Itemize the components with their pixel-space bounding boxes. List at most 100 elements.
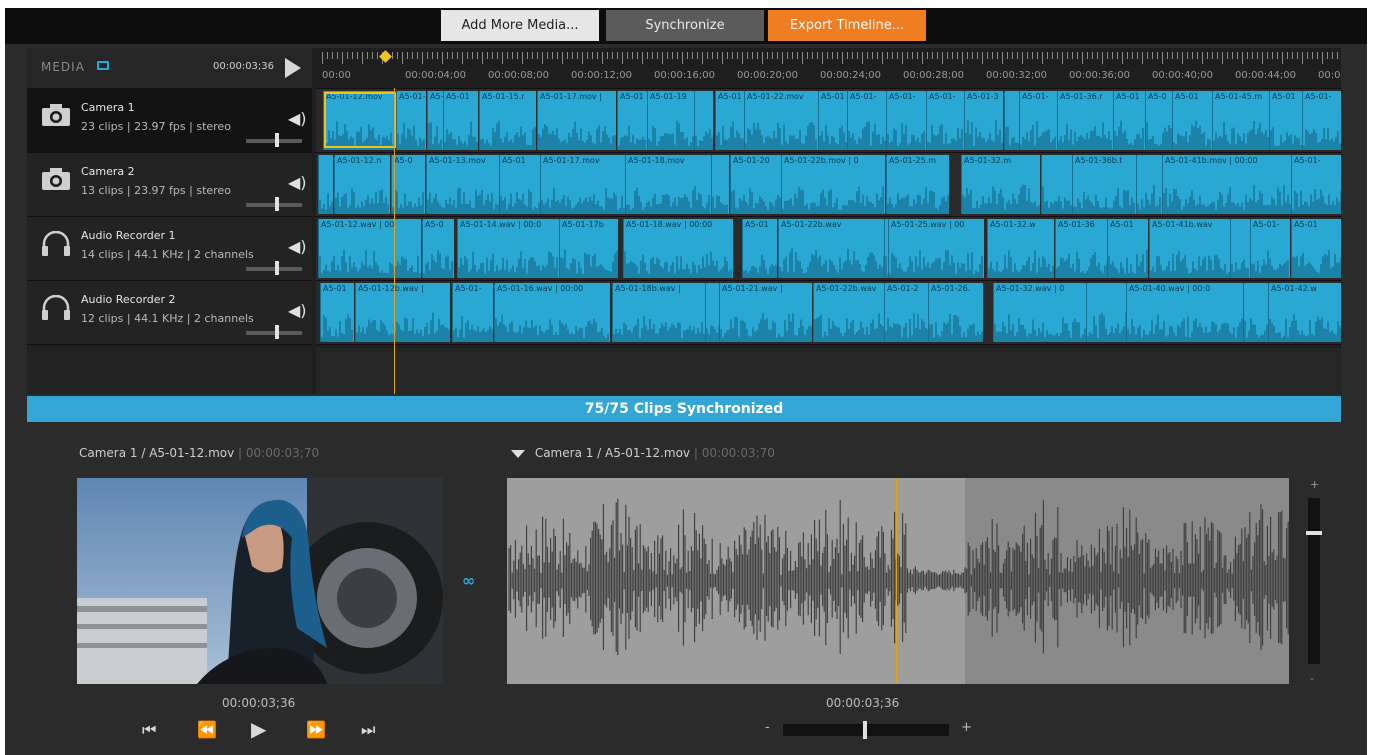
volume-up-button[interactable]: +	[1310, 478, 1319, 491]
play-button-icon[interactable]: ▶	[251, 717, 266, 741]
timeline-clip[interactable]: A5-01-	[926, 91, 964, 150]
go-to-start-icon[interactable]: ⏮	[142, 720, 156, 740]
waveform-playhead[interactable]	[896, 478, 897, 684]
timeline-clip[interactable]: A5-01-25.m	[886, 155, 949, 214]
monitor-icon[interactable]	[97, 61, 109, 70]
timeline-clip[interactable]: A5-01	[1172, 91, 1212, 150]
vertical-volume-slider[interactable]	[1308, 498, 1320, 664]
timeline-clip[interactable]: A5-0	[391, 155, 425, 214]
timeline-clip[interactable]	[1243, 283, 1268, 342]
timeline-ruler[interactable]: 00:00 00:00:04;00 00:00:08;00 00:00:12;00 00…	[316, 48, 1341, 89]
timeline-clip[interactable]: A5-01-22b.mov | 0	[781, 155, 885, 214]
vertical-volume-knob[interactable]	[1306, 531, 1322, 535]
track-header-audio-recorder-1[interactable]: Audio Recorder 1 14 clips | 44.1 KHz | 2…	[27, 217, 312, 281]
playhead-line[interactable]	[394, 88, 395, 394]
timeline-clip[interactable]: A5-	[427, 91, 443, 150]
volume-slider[interactable]	[246, 331, 302, 335]
track-header-camera-1[interactable]: Camera 1 23 clips | 23.97 fps | stereo ◀…	[27, 89, 312, 153]
track-lane-audio-recorder-2[interactable]: A5-01 A5-01-12b.wav | A5-01- A5-01-16.wav |…	[316, 281, 1341, 345]
speaker-icon[interactable]: ◀)	[288, 109, 307, 128]
speaker-icon[interactable]: ◀)	[288, 237, 307, 256]
timeline-clip[interactable]: A5-01-15.r	[479, 91, 536, 150]
timeline-clip[interactable]	[1086, 283, 1127, 342]
timeline-clip[interactable]: A5-01-32.w	[987, 219, 1054, 278]
zoom-in-button[interactable]: +	[961, 720, 972, 735]
timeline-clip[interactable]: A5-01-12b.wav |	[355, 283, 450, 342]
track-header-audio-recorder-2[interactable]: Audio Recorder 2 12 clips | 44.1 KHz | 2…	[27, 281, 312, 345]
timeline-clip[interactable]: A5-01-21.wav |	[719, 283, 812, 342]
timeline-clip[interactable]: A5-01-32.m	[961, 155, 1040, 214]
track-lane-camera-2[interactable]: A5-01-12.n A5-0 A5-01-13.mov A5-01 A5-01-17.…	[316, 153, 1341, 217]
timeline-clip[interactable]: A5-01-2	[884, 283, 929, 342]
timeline-clip[interactable]	[1004, 91, 1019, 150]
timeline-clip[interactable]: A5-01-32.wav | 0	[993, 283, 1087, 342]
volume-knob[interactable]	[275, 325, 279, 339]
volume-slider[interactable]	[246, 203, 302, 207]
timeline-clip[interactable]: A5-01-	[886, 91, 926, 150]
synchronize-button[interactable]: Synchronize	[606, 10, 764, 41]
speaker-icon[interactable]: ◀)	[288, 173, 307, 192]
timeline-clip[interactable]	[1136, 155, 1162, 214]
timeline-clip[interactable]: A5-01-20	[730, 155, 781, 214]
timeline-clip[interactable]: A5-01-	[1291, 155, 1341, 214]
timeline-clip[interactable]: A5-01	[742, 219, 777, 278]
timeline-clip[interactable]: A5-01-25.wav | 00	[888, 219, 984, 278]
timeline-clip[interactable]: A5-0	[422, 219, 454, 278]
speaker-icon[interactable]: ◀)	[288, 301, 307, 320]
export-timeline-button[interactable]: Export Timeline...	[768, 10, 926, 41]
timeline-clip[interactable]: A5-01-22b.wav	[813, 283, 885, 342]
timeline-clip[interactable]	[711, 155, 729, 214]
timeline-clip[interactable]: A5-01-3	[964, 91, 1003, 150]
timeline-clip[interactable]: A5-01-45.m	[1212, 91, 1269, 150]
collapse-triangle-icon[interactable]	[511, 449, 525, 458]
volume-down-button[interactable]: -	[1310, 672, 1314, 685]
timeline-clip[interactable]: A5-01-42.w	[1268, 283, 1341, 342]
timeline-clip[interactable]: A5-01-41b.mov | 00:00	[1162, 155, 1291, 214]
volume-slider[interactable]	[246, 267, 302, 271]
step-forward-icon[interactable]: ⏩	[306, 720, 326, 739]
timeline-clip[interactable]	[1041, 155, 1072, 214]
timeline-clip[interactable]: A5-0	[1145, 91, 1172, 150]
timeline-clip[interactable]: A5-01-40.wav | 00:0	[1126, 283, 1243, 342]
timeline-clip[interactable]: A5-01	[1269, 91, 1302, 150]
timeline-clip[interactable]: A5-01	[1107, 219, 1148, 278]
timeline-clip[interactable]: A5-01-16.wav | 00:00	[494, 283, 610, 342]
timeline-clip[interactable]: A5-01-18.wav | 00:00	[623, 219, 733, 278]
timeline-clip[interactable]: A5-01-26.	[928, 283, 983, 342]
timeline-clip[interactable]: A5-01-	[396, 91, 426, 150]
timeline-clip[interactable]	[1230, 219, 1250, 278]
step-back-icon[interactable]: ⏪	[197, 720, 217, 739]
timeline-clip[interactable]: A5-01	[617, 91, 647, 150]
timeline-clip[interactable]: A5-01	[320, 283, 354, 342]
video-preview[interactable]	[77, 478, 443, 684]
timeline-clip[interactable]	[318, 155, 333, 214]
timeline-clip[interactable]: A5-01-	[1250, 219, 1290, 278]
volume-knob[interactable]	[275, 133, 279, 147]
play-icon[interactable]	[285, 58, 301, 78]
timeline-clip[interactable]: A5-01-22b.wav	[778, 219, 889, 278]
timeline-clip[interactable]: A5-01-22.mov	[744, 91, 818, 150]
timeline-clip[interactable]: A5-01-18.mov	[625, 155, 711, 214]
volume-knob[interactable]	[275, 197, 279, 211]
timeline-clip[interactable]: A5-01-41b.wav	[1149, 219, 1230, 278]
timeline-clip[interactable]: A5-01-18b.wav |	[612, 283, 705, 342]
timeline-clip[interactable]: A5-01	[1113, 91, 1145, 150]
timeline-clip[interactable]: A5-01	[499, 155, 540, 214]
timeline-clip[interactable]: A5-01	[443, 91, 478, 150]
timeline-clip[interactable]: A5-01-36.r	[1057, 91, 1113, 150]
timeline-clip[interactable]: A5-01-	[847, 91, 886, 150]
track-header-camera-2[interactable]: Camera 2 13 clips | 23.97 fps | stereo ◀…	[27, 153, 312, 217]
timeline-clip[interactable]	[694, 91, 713, 150]
timeline-clip[interactable]: A5-01-	[1302, 91, 1341, 150]
zoom-out-button[interactable]: -	[765, 720, 770, 735]
timeline-clip[interactable]: A5-01	[715, 91, 744, 150]
track-lane-camera-1[interactable]: A5-01-12.mov A5-01- A5- A5-01 A5-01-15.r A5-0…	[316, 89, 1341, 153]
audio-waveform-view[interactable]	[507, 478, 1289, 684]
volume-slider[interactable]	[246, 139, 302, 143]
timeline-clip[interactable]: A5-01-	[1019, 91, 1057, 150]
timeline-clip[interactable]: A5-01-17.mov |	[537, 91, 616, 150]
timeline-clip[interactable]: A5-01-36	[1055, 219, 1108, 278]
timeline-clip[interactable]: A5-01-12.wav | 00	[318, 219, 421, 278]
go-to-end-icon[interactable]: ⏭	[361, 720, 375, 740]
timeline-clip[interactable]: A5-01-	[452, 283, 493, 342]
